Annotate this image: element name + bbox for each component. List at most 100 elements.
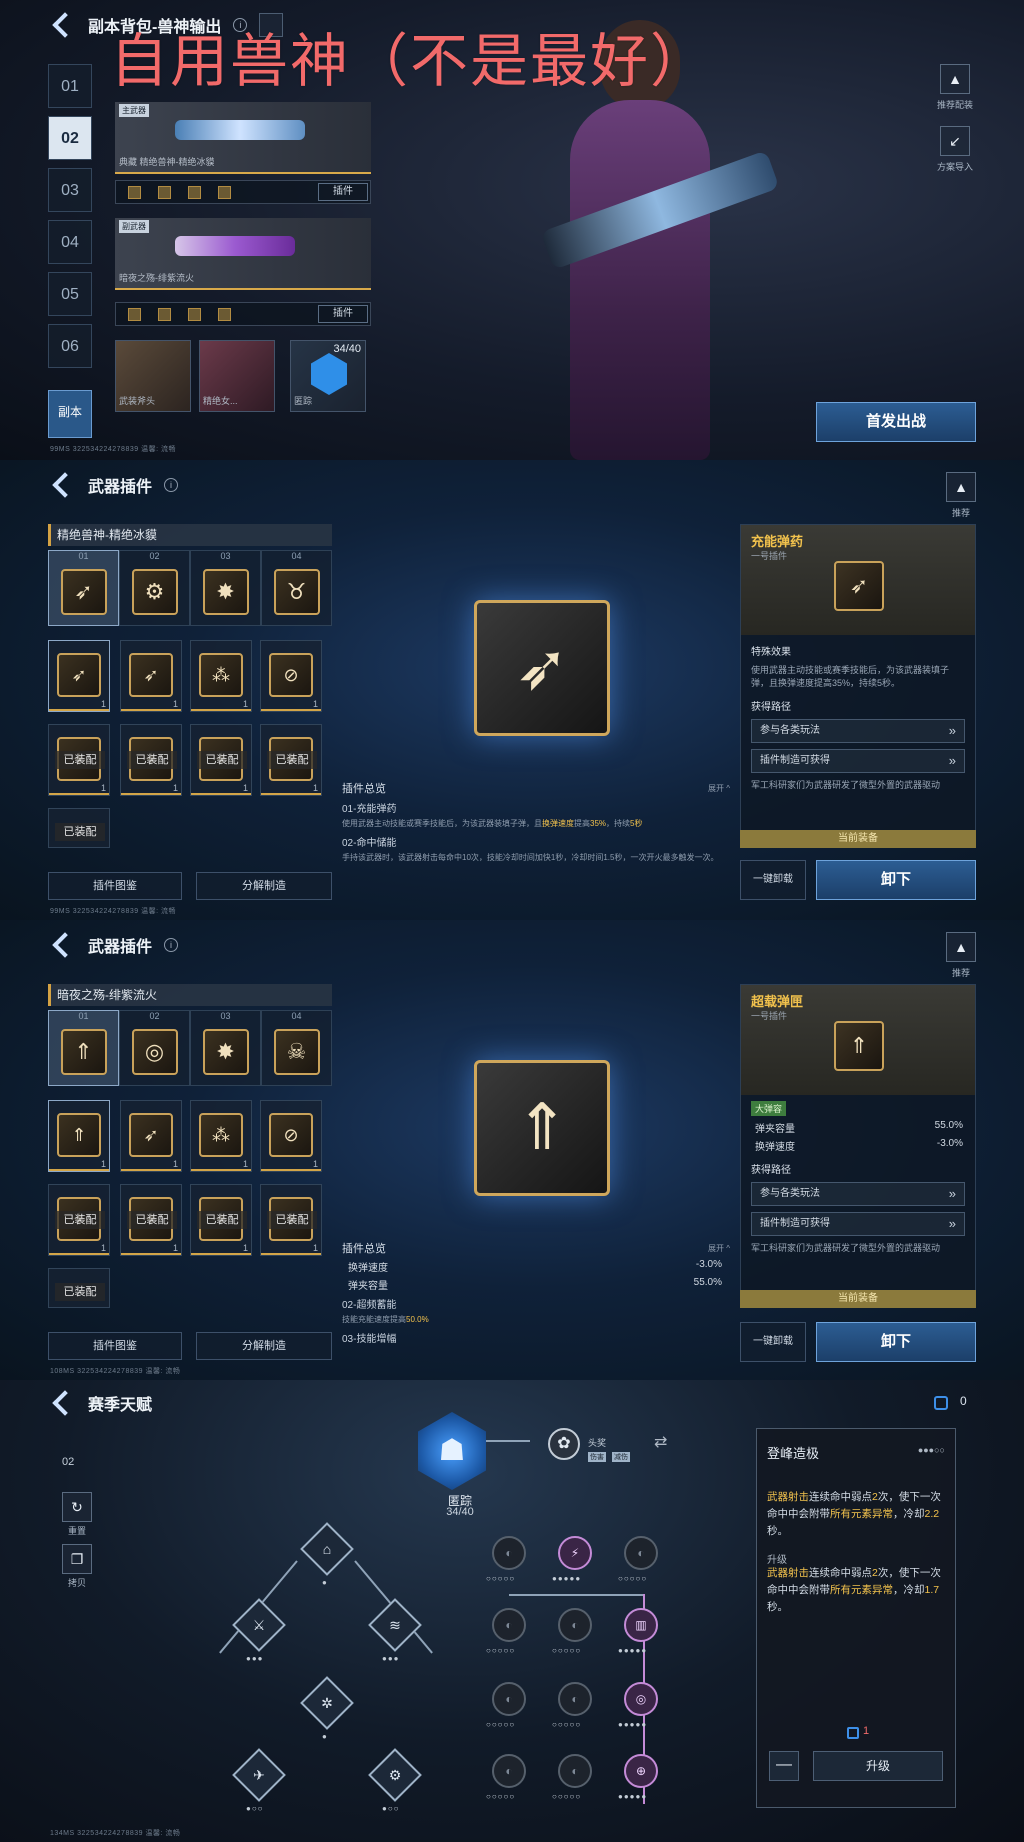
unload-button[interactable]: 卸下 — [816, 860, 976, 900]
loadout-slot-06[interactable]: 06 — [48, 324, 92, 368]
talent-node[interactable]: ⚔ — [232, 1598, 286, 1652]
talent-circle[interactable]: ◐ — [558, 1754, 592, 1788]
talent-circle[interactable]: ▥ — [624, 1608, 658, 1642]
tab-01[interactable]: 01 ➶ — [48, 550, 119, 626]
plugin-cell[interactable]: ✦已装配1 — [260, 724, 322, 796]
talent-circle[interactable]: ◐ — [624, 1536, 658, 1570]
source-row[interactable]: 插件制造可获得 — [751, 749, 965, 773]
plugin-cell[interactable]: ✦已装配1 — [48, 724, 110, 796]
plugin-cell[interactable]: ✦已装配1 — [120, 724, 182, 796]
loadout-slot-04[interactable]: 04 — [48, 220, 92, 264]
talent-node[interactable]: ⚙ — [368, 1748, 422, 1802]
plugin-cell[interactable]: ✦已装配1 — [48, 1184, 110, 1256]
unload-all-button[interactable]: 一键卸载 — [740, 860, 806, 900]
talent-node[interactable]: ✈ — [232, 1748, 286, 1802]
plugin-cell[interactable]: ✦已装配1 — [190, 1184, 252, 1256]
talent-node[interactable]: ≋ — [368, 1598, 422, 1652]
source-row[interactable]: 参与各类玩法 — [751, 719, 965, 743]
plugin-cell[interactable]: ➶ 1 — [120, 640, 182, 712]
plugin-cell[interactable]: ➶ 1 — [120, 1100, 182, 1172]
tab-02[interactable]: 02 ⚙ — [119, 550, 190, 626]
plugin-cell[interactable]: ⇑ 1 — [48, 1100, 110, 1172]
expand-toggle[interactable]: 展开 ^ — [708, 783, 730, 796]
flame-icon[interactable]: ▲ — [946, 472, 976, 502]
plugin-cell[interactable]: ✦已装配1 — [260, 1184, 322, 1256]
talent-circle[interactable]: ◐ — [492, 1608, 526, 1642]
copy-icon[interactable]: ❐ — [62, 1544, 92, 1574]
plugin-cell[interactable]: ⁂ 1 — [190, 1100, 252, 1172]
plugin-atlas-button[interactable]: 插件图鉴 — [48, 872, 182, 900]
fight-button[interactable]: 首发出战 — [816, 402, 976, 442]
secondary-weapon-card[interactable]: 副武器 暗夜之殇-绯紫流火 — [115, 218, 371, 290]
plugin-slot[interactable] — [188, 308, 201, 321]
talent-circle[interactable]: ◐ — [492, 1754, 526, 1788]
swap-icon[interactable]: ⇄ — [654, 1432, 667, 1452]
plugin-button[interactable]: 插件 — [318, 183, 368, 201]
equipped-label: 已装配 — [197, 751, 247, 769]
tab-01[interactable]: 01 ⇑ — [48, 1010, 119, 1086]
loadout-slot-02[interactable]: 02 — [48, 116, 92, 160]
unload-all-button[interactable]: 一键卸载 — [740, 1322, 806, 1362]
expand-toggle[interactable]: 展开 ^ — [708, 1243, 730, 1256]
plugin-atlas-button[interactable]: 插件图鉴 — [48, 1332, 182, 1360]
upgrade-button[interactable]: 升级 — [813, 1751, 943, 1781]
plugin-cell[interactable]: 已装配 — [48, 1268, 110, 1308]
talent-circle[interactable]: ⊕ — [624, 1754, 658, 1788]
plugin-cell[interactable]: ➶ 1 — [48, 640, 110, 712]
tab-03[interactable]: 03 ✸ — [190, 1010, 261, 1086]
talent-circle[interactable]: ⚡ — [558, 1536, 592, 1570]
plugin-slot[interactable] — [218, 308, 231, 321]
loadout-slot-03[interactable]: 03 — [48, 168, 92, 212]
talent-circle[interactable]: ◐ — [492, 1682, 526, 1716]
downgrade-button[interactable]: — — [769, 1751, 799, 1781]
plugin-cell[interactable]: ⊘ 1 — [260, 1100, 322, 1172]
talent-circle[interactable]: ◎ — [624, 1682, 658, 1716]
plugin-slot[interactable] — [158, 186, 171, 199]
talent-circle[interactable]: ◐ — [492, 1536, 526, 1570]
craft-button[interactable]: 分解制造 — [196, 872, 332, 900]
tab-04[interactable]: 04 ♉ — [261, 550, 332, 626]
plugin-slot[interactable] — [128, 308, 141, 321]
info-icon[interactable]: i — [164, 478, 179, 492]
character-card[interactable]: 精绝女... — [199, 340, 275, 412]
plugin-button[interactable]: 插件 — [318, 305, 368, 323]
tab-03[interactable]: 03 ✸ — [190, 550, 261, 626]
primary-weapon-card[interactable]: 主武器 典藏 精绝兽神-精绝冰貘 — [115, 102, 371, 174]
craft-button[interactable]: 分解制造 — [196, 1332, 332, 1360]
flame-icon[interactable]: ▲ — [946, 932, 976, 962]
talent-circle[interactable]: ◐ — [558, 1682, 592, 1716]
back-icon[interactable] — [50, 1390, 76, 1416]
source-row[interactable]: 插件制造可获得 — [751, 1212, 965, 1236]
plugin-cell[interactable]: ✦已装配1 — [190, 724, 252, 796]
back-icon[interactable] — [50, 932, 76, 958]
reward-icon[interactable]: ✿ — [548, 1428, 580, 1460]
talent-circle[interactable]: ◐ — [558, 1608, 592, 1642]
tab-04[interactable]: 04 ☠ — [261, 1010, 332, 1086]
flame-icon[interactable]: ▲ — [940, 64, 970, 94]
tab-02[interactable]: 02 ◎ — [119, 1010, 190, 1086]
loadout-slot-05[interactable]: 05 — [48, 272, 92, 316]
dungeon-button[interactable]: 副本 — [48, 390, 92, 438]
loadout-slot-01[interactable]: 01 — [48, 64, 92, 108]
unload-button[interactable]: 卸下 — [816, 1322, 976, 1362]
plugin-cell[interactable]: ✦已装配1 — [120, 1184, 182, 1256]
plugin-slot[interactable] — [218, 186, 231, 199]
purple-pistol-image — [175, 236, 295, 256]
melee-card[interactable]: 武装斧头 — [115, 340, 191, 412]
talent-card[interactable]: 34/40 匿踪 — [290, 340, 366, 412]
talent-node[interactable]: ⌂ — [300, 1522, 354, 1576]
plugin-cell[interactable]: 已装配 — [48, 808, 110, 848]
import-icon[interactable]: ↙ — [940, 126, 970, 156]
plugin-cell[interactable]: ⁂ 1 — [190, 640, 252, 712]
plugin-cell[interactable]: ⊘ 1 — [260, 640, 322, 712]
swirl-icon: ◎ — [131, 1029, 178, 1075]
source-row[interactable]: 参与各类玩法 — [751, 1182, 965, 1206]
back-icon[interactable] — [50, 472, 76, 498]
reset-icon[interactable]: ↻ — [62, 1492, 92, 1522]
talent-node[interactable]: ✲ — [300, 1676, 354, 1730]
back-icon[interactable] — [50, 12, 76, 38]
plugin-slot[interactable] — [188, 186, 201, 199]
plugin-slot[interactable] — [128, 186, 141, 199]
info-icon[interactable]: i — [164, 938, 179, 952]
plugin-slot[interactable] — [158, 308, 171, 321]
